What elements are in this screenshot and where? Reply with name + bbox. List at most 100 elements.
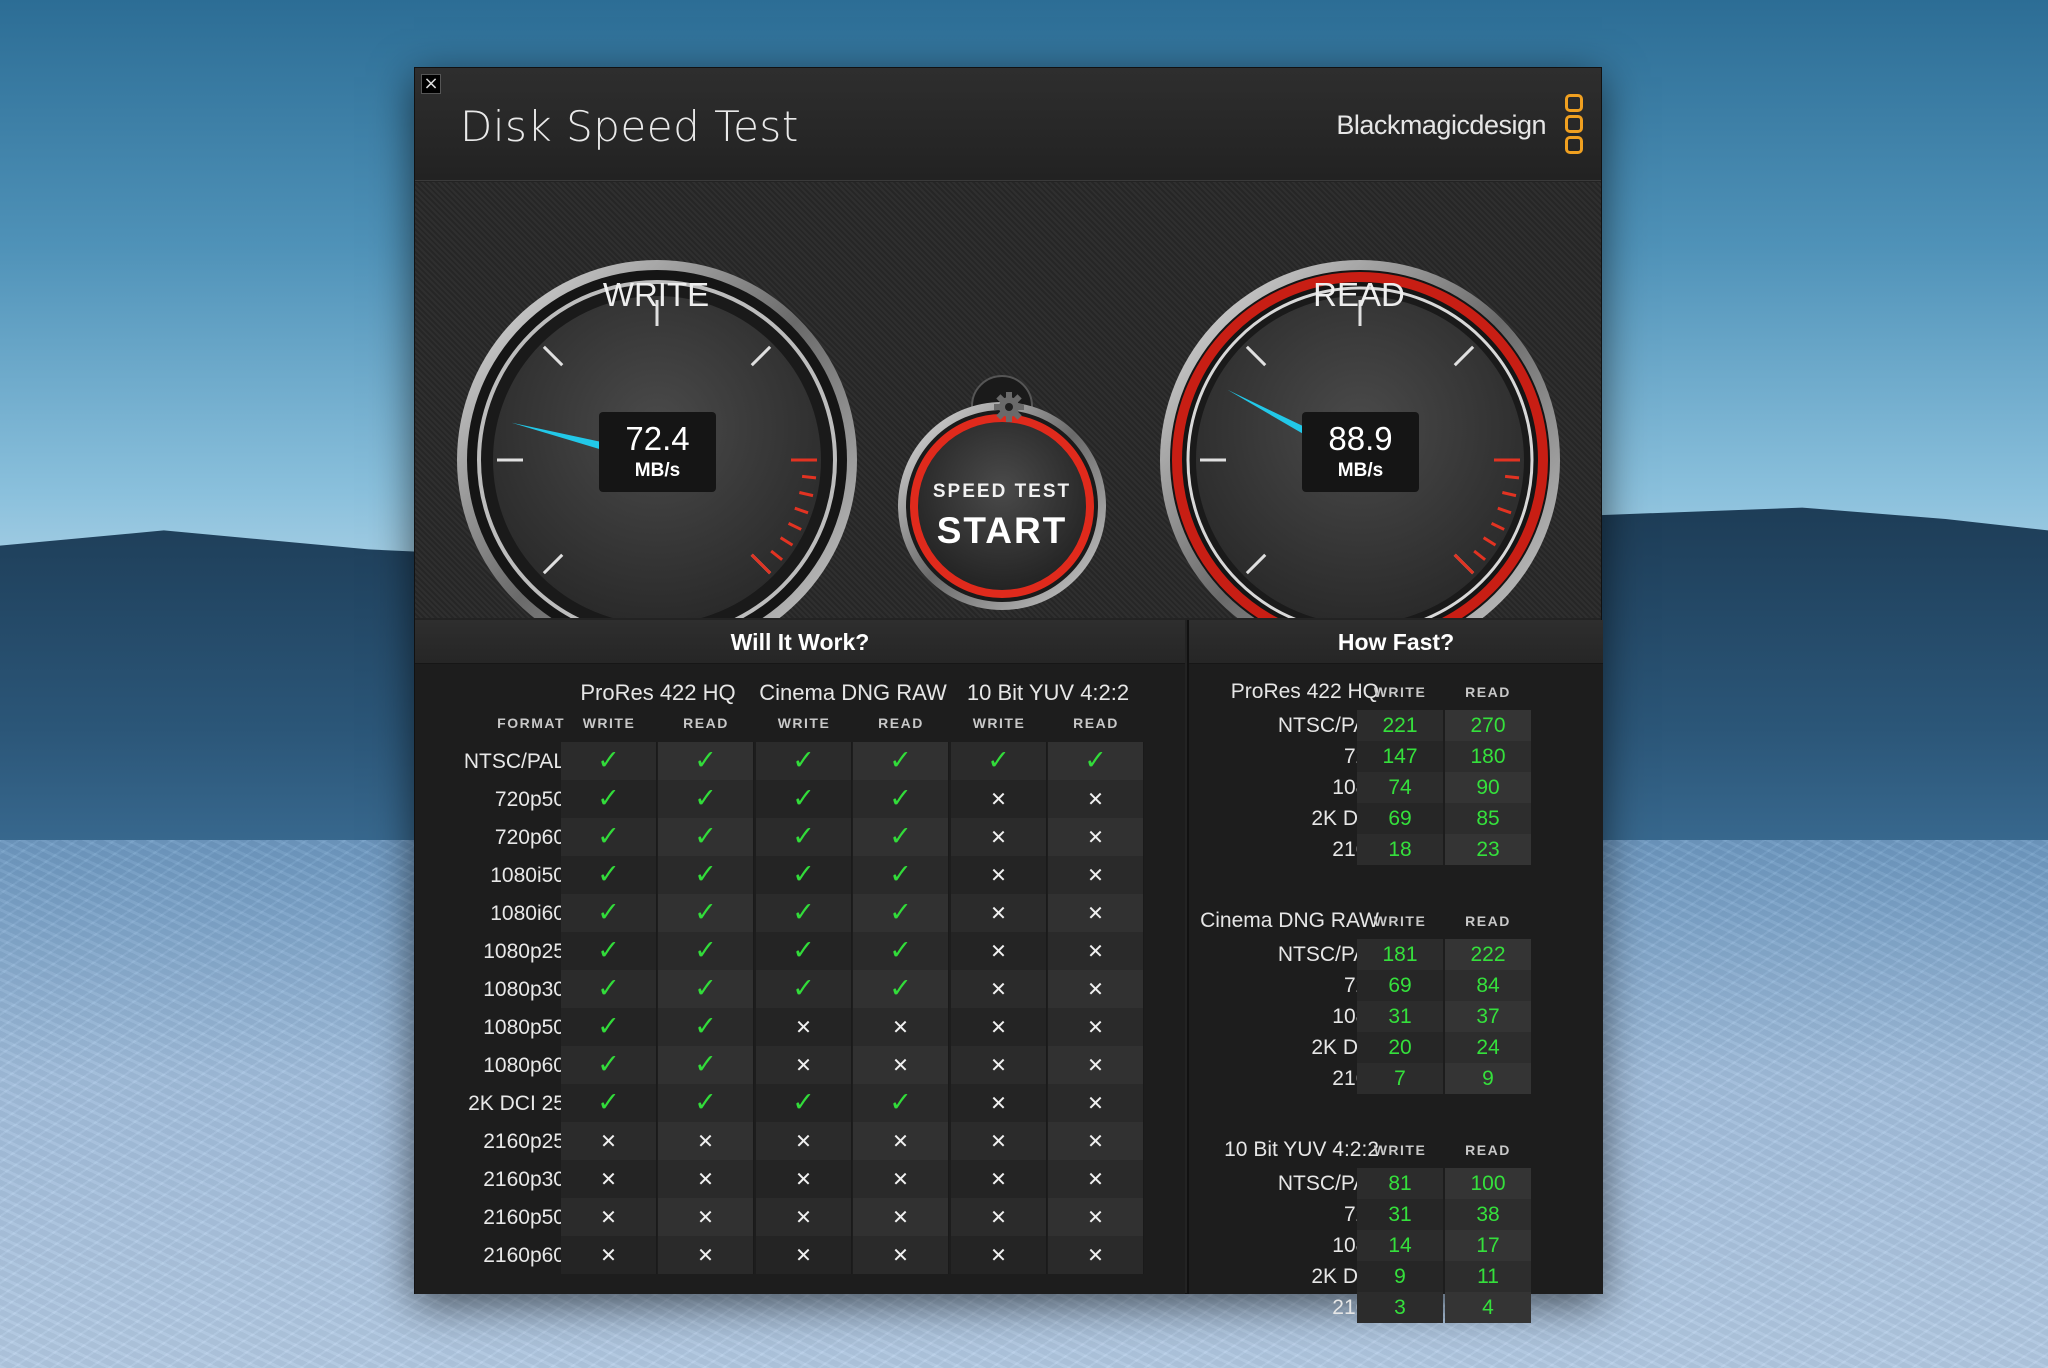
check-icon: ✓: [561, 970, 657, 1008]
check-icon: ✓: [756, 742, 852, 780]
speed-row-label: NTSC/PAL: [1277, 714, 1379, 737]
check-icon: ✓: [853, 932, 949, 970]
cross-icon: ✕: [951, 1122, 1047, 1160]
speed-row-label: 720: [1159, 1203, 1379, 1227]
check-icon: ✓: [658, 1084, 754, 1122]
read-speed-cell: 180: [1445, 741, 1531, 772]
write-speed-unit: MB/s: [634, 460, 681, 481]
write-speed-cell: 14: [1357, 1230, 1443, 1261]
check-icon: ✓: [756, 818, 852, 856]
format-row-label: 1080i50: [490, 864, 565, 887]
cross-icon: ✕: [561, 1236, 657, 1274]
write-speed-value: 72.4: [625, 420, 690, 457]
speed-row-label: 2160: [1332, 1296, 1379, 1319]
check-icon: ✓: [658, 818, 754, 856]
cross-icon: ✕: [756, 1008, 852, 1046]
speed-column-subheader: READ: [1465, 913, 1511, 929]
cross-icon: ✕: [853, 1198, 949, 1236]
write-readout: 72.4 MB/s: [599, 412, 716, 492]
cross-icon: ✕: [756, 1236, 852, 1274]
cross-icon: ✕: [756, 1046, 852, 1084]
speed-row-label: 1080: [1332, 776, 1379, 799]
speed-group-name: 10 Bit YUV 4:2:2: [1224, 1138, 1379, 1161]
read-speed-unit: MB/s: [1337, 460, 1384, 481]
speed-row-label: NTSC/PAL: [1277, 1172, 1379, 1195]
check-icon: ✓: [658, 856, 754, 894]
write-speed-cell: 69: [1357, 970, 1443, 1001]
cross-icon: ✕: [951, 856, 1047, 894]
check-icon: ✓: [561, 1008, 657, 1046]
cross-icon: ✕: [1048, 1160, 1144, 1198]
speed-row-label: 720: [1159, 745, 1379, 769]
cross-icon: ✕: [1048, 932, 1144, 970]
check-icon: ✓: [658, 932, 754, 970]
cross-icon: ✕: [561, 1160, 657, 1198]
cross-icon: ✕: [853, 1122, 949, 1160]
check-icon: ✓: [658, 970, 754, 1008]
cross-icon: ✕: [853, 1046, 949, 1084]
check-icon: ✓: [561, 818, 657, 856]
cross-icon: ✕: [951, 818, 1047, 856]
read-readout: 88.9 MB/s: [1302, 412, 1419, 492]
cross-icon: ✕: [951, 780, 1047, 818]
cross-icon: ✕: [561, 1122, 657, 1160]
cross-icon: ✕: [1048, 1198, 1144, 1236]
close-button[interactable]: ×: [421, 74, 441, 94]
title-bar: × Disk Speed Test Blackmagicdesign: [415, 68, 1601, 181]
cross-icon: ✕: [658, 1236, 754, 1274]
format-row-label: 2160p30: [483, 1168, 565, 1191]
speed-test-start-button[interactable]: SPEED TEST START: [911, 436, 1093, 618]
column-subheader: READ: [878, 715, 924, 731]
cross-icon: ✕: [951, 970, 1047, 1008]
check-icon: ✓: [853, 894, 949, 932]
cross-icon: ✕: [756, 1122, 852, 1160]
read-speed-cell: 100: [1445, 1168, 1531, 1199]
write-speed-cell: 81: [1357, 1168, 1443, 1199]
cross-icon: ✕: [951, 1198, 1047, 1236]
brand-logo-icon: [1565, 94, 1585, 156]
check-icon: ✓: [756, 894, 852, 932]
cross-icon: ✕: [1048, 1122, 1144, 1160]
check-icon: ✓: [561, 1046, 657, 1084]
speed-column-subheader: WRITE: [1373, 1142, 1427, 1158]
write-speed-cell: 31: [1357, 1199, 1443, 1230]
speed-row-label: 2K DCI: [1311, 1036, 1379, 1059]
cross-icon: ✕: [951, 1084, 1047, 1122]
settings-button[interactable]: [981, 379, 1037, 435]
format-row-label: 1080p25: [483, 940, 565, 963]
speed-row-label: 2K DCI: [1311, 1265, 1379, 1288]
speed-column-subheader: WRITE: [1373, 913, 1427, 929]
cross-icon: ✕: [1048, 780, 1144, 818]
cross-icon: ✕: [1048, 894, 1144, 932]
cross-icon: ✕: [1048, 856, 1144, 894]
format-row-label: 2K DCI 25: [468, 1092, 565, 1115]
speed-row-label: 1080: [1332, 1234, 1379, 1257]
cross-icon: ✕: [1048, 818, 1144, 856]
write-speed-cell: 18: [1357, 834, 1443, 865]
gauge-panel: WRITE 72.4 MB/s READ 88.9 MB/s SPEED TES…: [415, 182, 1601, 618]
read-gauge-label: READ: [1313, 276, 1405, 313]
read-speed-cell: 9: [1445, 1063, 1531, 1094]
read-speed-cell: 4: [1445, 1292, 1531, 1323]
check-icon: ✓: [853, 742, 949, 780]
format-group-header: Cinema DNG RAW: [759, 680, 947, 705]
write-speed-cell: 7: [1357, 1063, 1443, 1094]
app-title: Disk Speed Test: [460, 102, 799, 151]
write-speed-cell: 74: [1357, 772, 1443, 803]
cross-icon: ✕: [951, 1046, 1047, 1084]
cross-icon: ✕: [658, 1122, 754, 1160]
speed-row-label: NTSC/PAL: [1277, 943, 1379, 966]
check-icon: ✓: [561, 894, 657, 932]
write-speed-cell: 181: [1357, 939, 1443, 970]
cross-icon: ✕: [561, 1198, 657, 1236]
speed-column-subheader: WRITE: [1373, 684, 1427, 700]
check-icon: ✓: [756, 1084, 852, 1122]
speed-column-subheader: READ: [1465, 684, 1511, 700]
cross-icon: ✕: [853, 1008, 949, 1046]
format-row-label: 1080p30: [483, 978, 565, 1001]
check-icon: ✓: [951, 742, 1047, 780]
write-gauge-label: WRITE: [602, 276, 710, 313]
write-speed-cell: 9: [1357, 1261, 1443, 1292]
format-row-label: 1080i60: [490, 902, 565, 925]
check-icon: ✓: [658, 1046, 754, 1084]
